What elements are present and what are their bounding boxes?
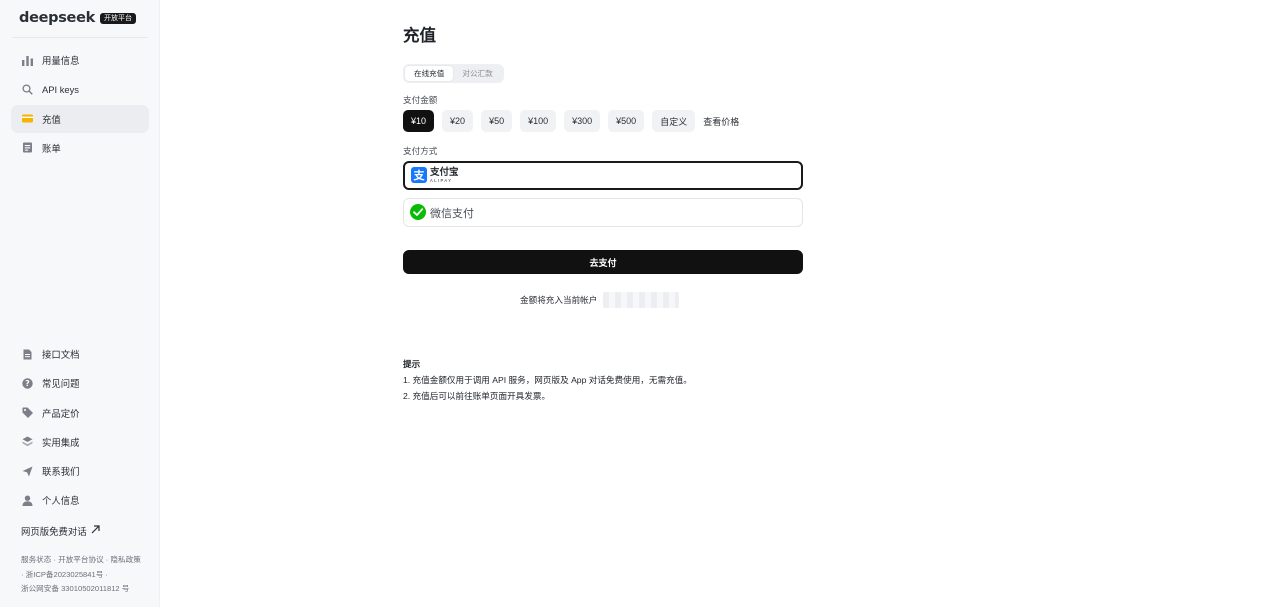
amount-option-300[interactable]: ¥300 bbox=[564, 110, 601, 132]
view-pricing-link[interactable]: 查看价格 bbox=[703, 115, 739, 128]
brand-logo[interactable]: deepseek 开放平台 bbox=[19, 10, 136, 26]
sidebar: deepseek 开放平台 用量信息 API keys 充值 账单 接口文档 ?… bbox=[0, 0, 160, 607]
page-title: 充值 bbox=[403, 27, 436, 45]
brand-badge: 开放平台 bbox=[99, 12, 136, 24]
amount-option-10[interactable]: ¥10 bbox=[403, 110, 435, 132]
topup-method-tabs: 在线充值 对公汇款 bbox=[403, 64, 504, 83]
receipt-icon bbox=[22, 142, 33, 153]
sidebar-item-billing[interactable]: 账单 bbox=[11, 134, 149, 162]
tab-bank-transfer[interactable]: 对公汇款 bbox=[453, 66, 501, 81]
sidebar-item-label: 联系我们 bbox=[42, 466, 80, 478]
sidebar-item-integrations[interactable]: 实用集成 bbox=[11, 428, 149, 456]
wechat-pay-icon bbox=[410, 203, 426, 222]
amount-options: ¥10 ¥20 ¥50 ¥100 ¥300 ¥500 自定义 查看价格 bbox=[403, 110, 739, 132]
tips-section: 提示 1. 充值金额仅用于调用 API 服务，网页版及 App 对话免费使用，无… bbox=[403, 356, 692, 404]
brand-name: deepseek bbox=[19, 10, 95, 26]
question-icon: ? bbox=[22, 378, 33, 389]
alipay-name-en: ALIPAY bbox=[430, 177, 453, 183]
web-chat-link[interactable]: 网页版免费对话 bbox=[21, 524, 100, 538]
layers-icon bbox=[22, 436, 33, 447]
sidebar-item-label: 接口文档 bbox=[42, 349, 80, 360]
payment-option-alipay[interactable]: 支 支付宝 ALIPAY bbox=[403, 161, 803, 190]
sidebar-footer: 服务状态 · 开放平台协议 · 隐私政策 · 浙ICP备2023025841号 … bbox=[21, 553, 151, 597]
sidebar-item-contact[interactable]: 联系我们 bbox=[11, 457, 149, 485]
send-icon bbox=[22, 466, 33, 477]
tips-title: 提示 bbox=[403, 359, 421, 369]
account-note: 金额将充入当前帐户 bbox=[520, 292, 680, 308]
alipay-wordmark: 支付宝 ALIPAY bbox=[430, 168, 459, 183]
sidebar-item-profile[interactable]: 个人信息 bbox=[11, 486, 149, 514]
sidebar-nav-bottom: 接口文档 ? 常见问题 产品定价 实用集成 联系我们 个人信息 bbox=[11, 340, 149, 516]
sidebar-item-topup[interactable]: 充值 bbox=[11, 104, 149, 133]
alipay-icon: 支 bbox=[411, 166, 427, 185]
account-note-text: 金额将充入当前帐户 bbox=[520, 295, 598, 305]
amount-option-100[interactable]: ¥100 bbox=[520, 110, 557, 132]
footer-line[interactable]: 服务状态 · 开放平台协议 · 隐私政策 bbox=[21, 553, 151, 568]
sidebar-item-label: 实用集成 bbox=[42, 436, 80, 448]
bar-chart-icon bbox=[22, 55, 33, 66]
amount-label: 支付金额 bbox=[403, 95, 438, 105]
masked-account bbox=[603, 292, 680, 308]
payment-option-wechat[interactable]: 微信支付 bbox=[403, 198, 803, 227]
wallet-icon bbox=[22, 113, 33, 124]
tip-line: 1. 充值金额仅用于调用 API 服务，网页版及 App 对话免费使用，无需充值… bbox=[403, 375, 692, 385]
svg-text:?: ? bbox=[25, 379, 30, 388]
sidebar-item-pricing[interactable]: 产品定价 bbox=[11, 399, 149, 427]
sidebar-item-label: API keys bbox=[42, 83, 79, 95]
pay-button[interactable]: 去支付 bbox=[403, 250, 803, 274]
sidebar-item-label: 充值 bbox=[42, 113, 61, 125]
external-arrow-icon bbox=[91, 525, 100, 537]
sidebar-item-label: 产品定价 bbox=[42, 407, 80, 419]
amount-option-custom[interactable]: 自定义 bbox=[652, 110, 696, 132]
divider bbox=[12, 37, 148, 38]
svg-text:支: 支 bbox=[413, 168, 426, 182]
sidebar-item-label: 用量信息 bbox=[42, 55, 80, 66]
footer-line[interactable]: 浙公网安备 33010502011812 号 bbox=[21, 582, 151, 597]
sidebar-item-label: 常见问题 bbox=[42, 378, 80, 390]
amount-option-20[interactable]: ¥20 bbox=[442, 110, 474, 132]
sidebar-item-label: 个人信息 bbox=[42, 495, 80, 507]
web-chat-link-label: 网页版免费对话 bbox=[21, 526, 87, 537]
tag-icon bbox=[22, 407, 33, 419]
alipay-name: 支付宝 bbox=[430, 167, 459, 179]
amount-option-500[interactable]: ¥500 bbox=[608, 110, 645, 132]
sidebar-item-label: 账单 bbox=[42, 142, 61, 154]
alipay-logo: 支 支付宝 ALIPAY bbox=[411, 166, 459, 185]
sidebar-item-faq[interactable]: ? 常见问题 bbox=[11, 369, 149, 397]
wechat-pay-label: 微信支付 bbox=[430, 207, 474, 220]
tab-online-topup[interactable]: 在线充值 bbox=[405, 66, 454, 81]
amount-option-50[interactable]: ¥50 bbox=[481, 110, 513, 132]
sidebar-item-docs[interactable]: 接口文档 bbox=[11, 340, 149, 368]
search-icon bbox=[22, 84, 33, 95]
sidebar-item-api-keys[interactable]: API keys bbox=[11, 75, 149, 103]
document-icon bbox=[22, 349, 33, 360]
sidebar-item-usage[interactable]: 用量信息 bbox=[11, 46, 149, 74]
user-icon bbox=[22, 495, 33, 506]
footer-line[interactable]: · 浙ICP备2023025841号 · bbox=[21, 568, 151, 583]
tip-line: 2. 充值后可以前往账单页面开具发票。 bbox=[403, 391, 551, 401]
payment-method-label: 支付方式 bbox=[403, 146, 438, 156]
sidebar-nav-top: 用量信息 API keys 充值 账单 bbox=[11, 46, 149, 163]
